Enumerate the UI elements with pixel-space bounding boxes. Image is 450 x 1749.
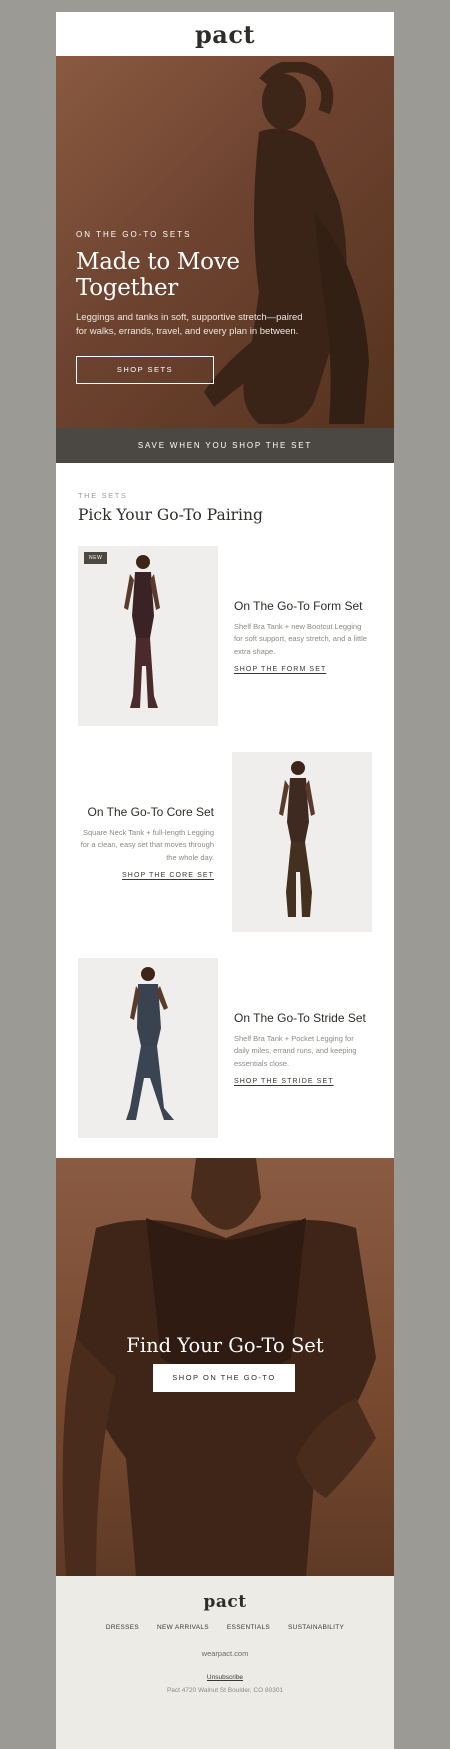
core-set-desc: Square Neck Tank + full-length Legging f… bbox=[80, 827, 214, 862]
email-container: pact ON THE GO-TO SETS Made to Move Toge… bbox=[56, 12, 394, 1749]
footer-nav-essentials[interactable]: ESSENTIALS bbox=[227, 1624, 270, 1631]
sets-title: Pick Your Go-To Pairing bbox=[78, 506, 263, 524]
form-set-desc: Shelf Bra Tank + new Bootcut Legging for… bbox=[234, 621, 367, 656]
brand-logo[interactable]: pact bbox=[195, 20, 255, 49]
core-set-name: On The Go-To Core Set bbox=[87, 804, 214, 819]
shop-core-set-link[interactable]: SHOP THE CORE SET bbox=[122, 872, 214, 879]
form-set-name: On The Go-To Form Set bbox=[234, 598, 363, 613]
save-banner[interactable]: SAVE WHEN YOU SHOP THE SET bbox=[56, 428, 394, 463]
final-cta-section[interactable]: Find Your Go-To Set SHOP ON THE GO-TO bbox=[56, 1158, 394, 1576]
stride-set-image[interactable] bbox=[78, 958, 218, 1138]
final-title: Find Your Go-To Set bbox=[126, 1334, 324, 1357]
hero-eyebrow: ON THE GO-TO SETS bbox=[76, 230, 192, 239]
stride-set-model-icon bbox=[126, 967, 174, 1120]
footer-nav-sustainability[interactable]: SUSTAINABILITY bbox=[288, 1624, 344, 1631]
shop-on-the-go-to-button[interactable]: SHOP ON THE GO-TO bbox=[153, 1364, 295, 1392]
footer-site-link[interactable]: wearpact.com bbox=[56, 1649, 394, 1658]
unsubscribe-link[interactable]: Unsubscribe bbox=[56, 1674, 394, 1681]
email-header: pact bbox=[56, 12, 394, 56]
footer-logo[interactable]: pact bbox=[56, 1576, 394, 1612]
new-badge: NEW bbox=[84, 552, 108, 564]
hero-copy: Leggings and tanks in soft, supportive s… bbox=[76, 312, 303, 337]
shop-sets-button[interactable]: SHOP SETS bbox=[76, 356, 214, 384]
set-row-stride: On The Go-To Stride Set Shelf Bra Tank +… bbox=[78, 958, 372, 1138]
set-row-core: On The Go-To Core Set Square Neck Tank +… bbox=[78, 752, 372, 932]
footer-nav-new-arrivals[interactable]: NEW ARRIVALS bbox=[157, 1624, 209, 1631]
footer-nav-dresses[interactable]: DRESSES bbox=[106, 1624, 139, 1631]
email-footer: pact DRESSES NEW ARRIVALS ESSENTIALS SUS… bbox=[56, 1576, 394, 1749]
shop-stride-set-link[interactable]: SHOP THE STRIDE SET bbox=[234, 1078, 370, 1085]
set-row-form: NEW On The Go-To Form Set Shelf Bra Tank… bbox=[78, 546, 372, 726]
core-set-model-icon bbox=[279, 761, 315, 917]
form-set-text: On The Go-To Form Set Shelf Bra Tank + n… bbox=[234, 546, 370, 726]
stride-set-text: On The Go-To Stride Set Shelf Bra Tank +… bbox=[234, 958, 370, 1138]
form-set-model-icon bbox=[124, 555, 160, 708]
form-set-image[interactable]: NEW bbox=[78, 546, 218, 726]
footer-nav: DRESSES NEW ARRIVALS ESSENTIALS SUSTAINA… bbox=[56, 1624, 394, 1631]
sets-eyebrow: THE SETS bbox=[78, 491, 128, 500]
banner-text: SAVE WHEN YOU SHOP THE SET bbox=[137, 441, 313, 450]
core-set-image[interactable] bbox=[232, 752, 372, 932]
footer-address: Pact 4720 Walnut St Boulder, CO 80301 bbox=[166, 1687, 284, 1694]
hero-title: Made to Move Together bbox=[76, 249, 240, 301]
sets-section: THE SETS Pick Your Go-To Pairing NEW On … bbox=[56, 463, 394, 1158]
shop-form-set-link[interactable]: SHOP THE FORM SET bbox=[234, 666, 370, 673]
core-set-text: On The Go-To Core Set Square Neck Tank +… bbox=[78, 752, 214, 932]
stride-set-desc: Shelf Bra Tank + Pocket Legging for dail… bbox=[234, 1033, 357, 1068]
hero-section[interactable]: ON THE GO-TO SETS Made to Move Together … bbox=[56, 56, 394, 428]
hero-text-block: ON THE GO-TO SETS Made to Move Together … bbox=[76, 230, 316, 384]
stride-set-name: On The Go-To Stride Set bbox=[234, 1010, 366, 1025]
